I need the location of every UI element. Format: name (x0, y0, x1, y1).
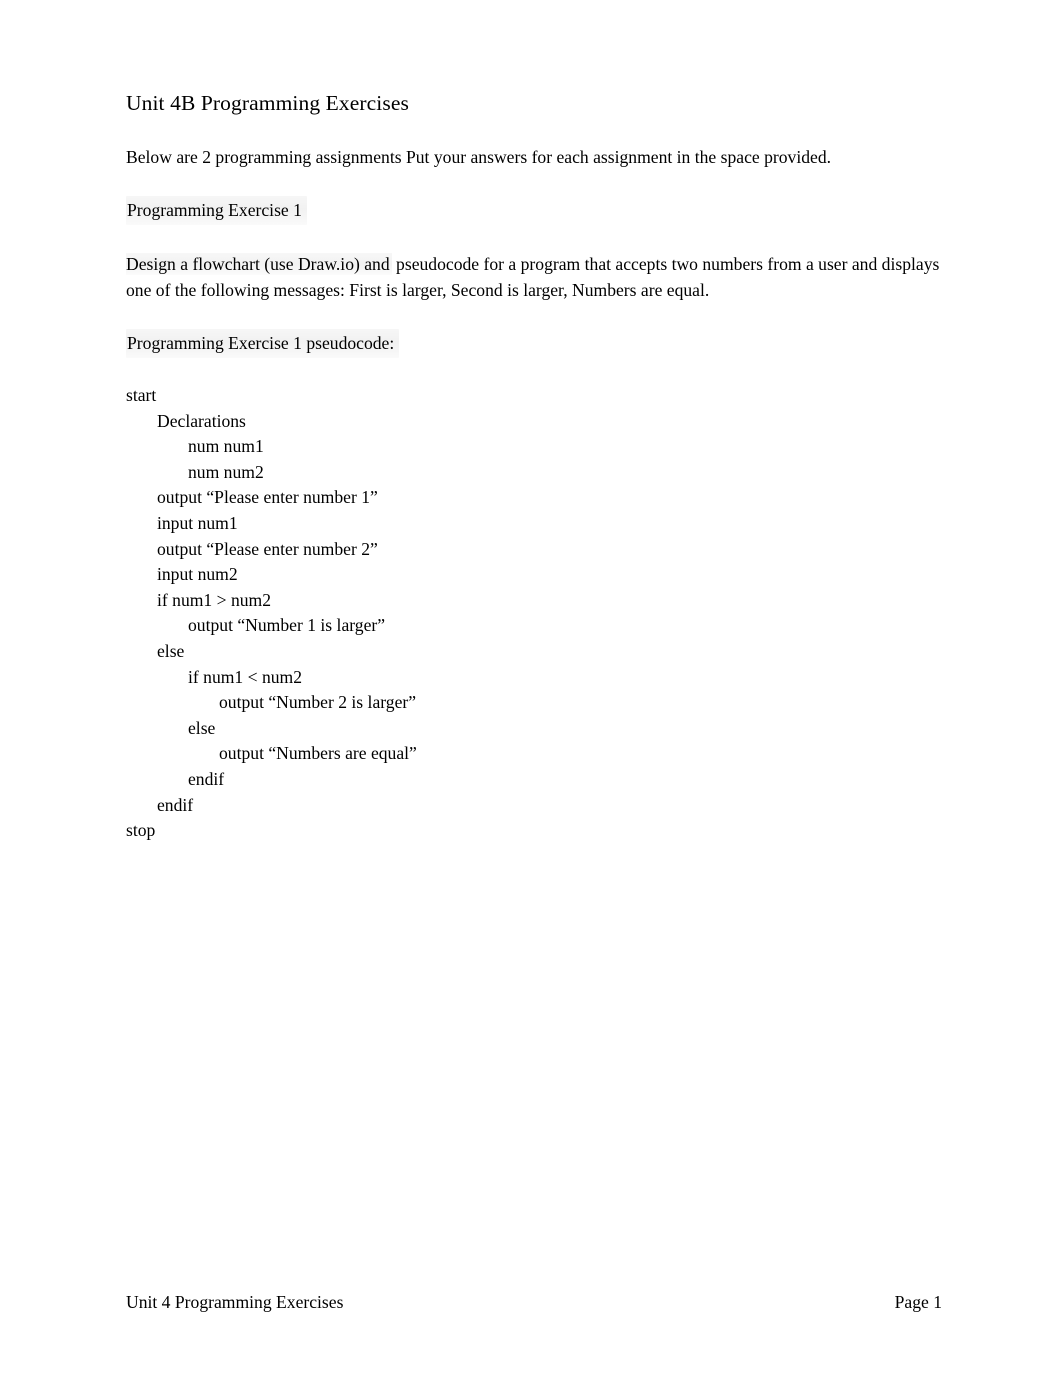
pseudocode-line: endif (157, 794, 194, 815)
pseudocode-line: num num1 (188, 436, 264, 457)
document-page: Unit 4B Programming Exercises Below are … (0, 0, 1062, 1377)
footer-page-number: Page 1 (894, 1292, 942, 1312)
pseudocode-line: Declarations (157, 410, 246, 431)
pseudocode-line: output “Number 2 is larger” (219, 692, 417, 713)
pseudocode-line: start (126, 385, 157, 405)
pseudocode-line: input num2 (157, 564, 238, 585)
pseudocode-line: else (188, 717, 216, 738)
pseudocode-line: output “Please enter number 2” (157, 538, 378, 559)
page-title: Unit 4B Programming Exercises (126, 91, 409, 115)
pseudocode-line: output “Number 1 is larger” (188, 615, 386, 636)
exercise-1-prompt: Design a flowchart (use Draw.io) and pse… (126, 251, 942, 303)
pseudocode-line: if num1 > num2 (157, 589, 272, 610)
pseudocode-heading: Programming Exercise 1 pseudocode: (126, 329, 400, 358)
pseudocode-line: endif (188, 768, 225, 789)
pseudocode-block: start Declarations num num1 num num2 output … (126, 383, 942, 844)
document-content: Unit 4B Programming Exercises Below are … (126, 90, 942, 844)
pseudocode-heading-row: Programming Exercise 1 pseudocode: (126, 329, 942, 358)
pseudocode-line: input num1 (157, 512, 238, 533)
exercise-1-heading: Programming Exercise 1 (126, 196, 307, 225)
page-footer: Unit 4 Programming Exercises Page 1 (126, 1289, 942, 1315)
pseudocode-line: if num1 < num2 (188, 666, 303, 687)
footer-document-name: Unit 4 Programming Exercises (126, 1292, 344, 1312)
intro-paragraph: Below are 2 programming assignments Put … (126, 147, 832, 167)
exercise-1-prompt-shaded-part: Design a flowchart (use Draw.io) and (126, 253, 392, 275)
pseudocode-line: num num2 (188, 461, 264, 482)
pseudocode-line: output “Please enter number 1” (157, 487, 378, 508)
pseudocode-line: else (157, 640, 185, 661)
pseudocode-line: output “Numbers are equal” (219, 743, 417, 764)
pseudocode-line: stop (126, 820, 156, 841)
exercise-1-heading-row: Programming Exercise 1 (126, 196, 942, 225)
